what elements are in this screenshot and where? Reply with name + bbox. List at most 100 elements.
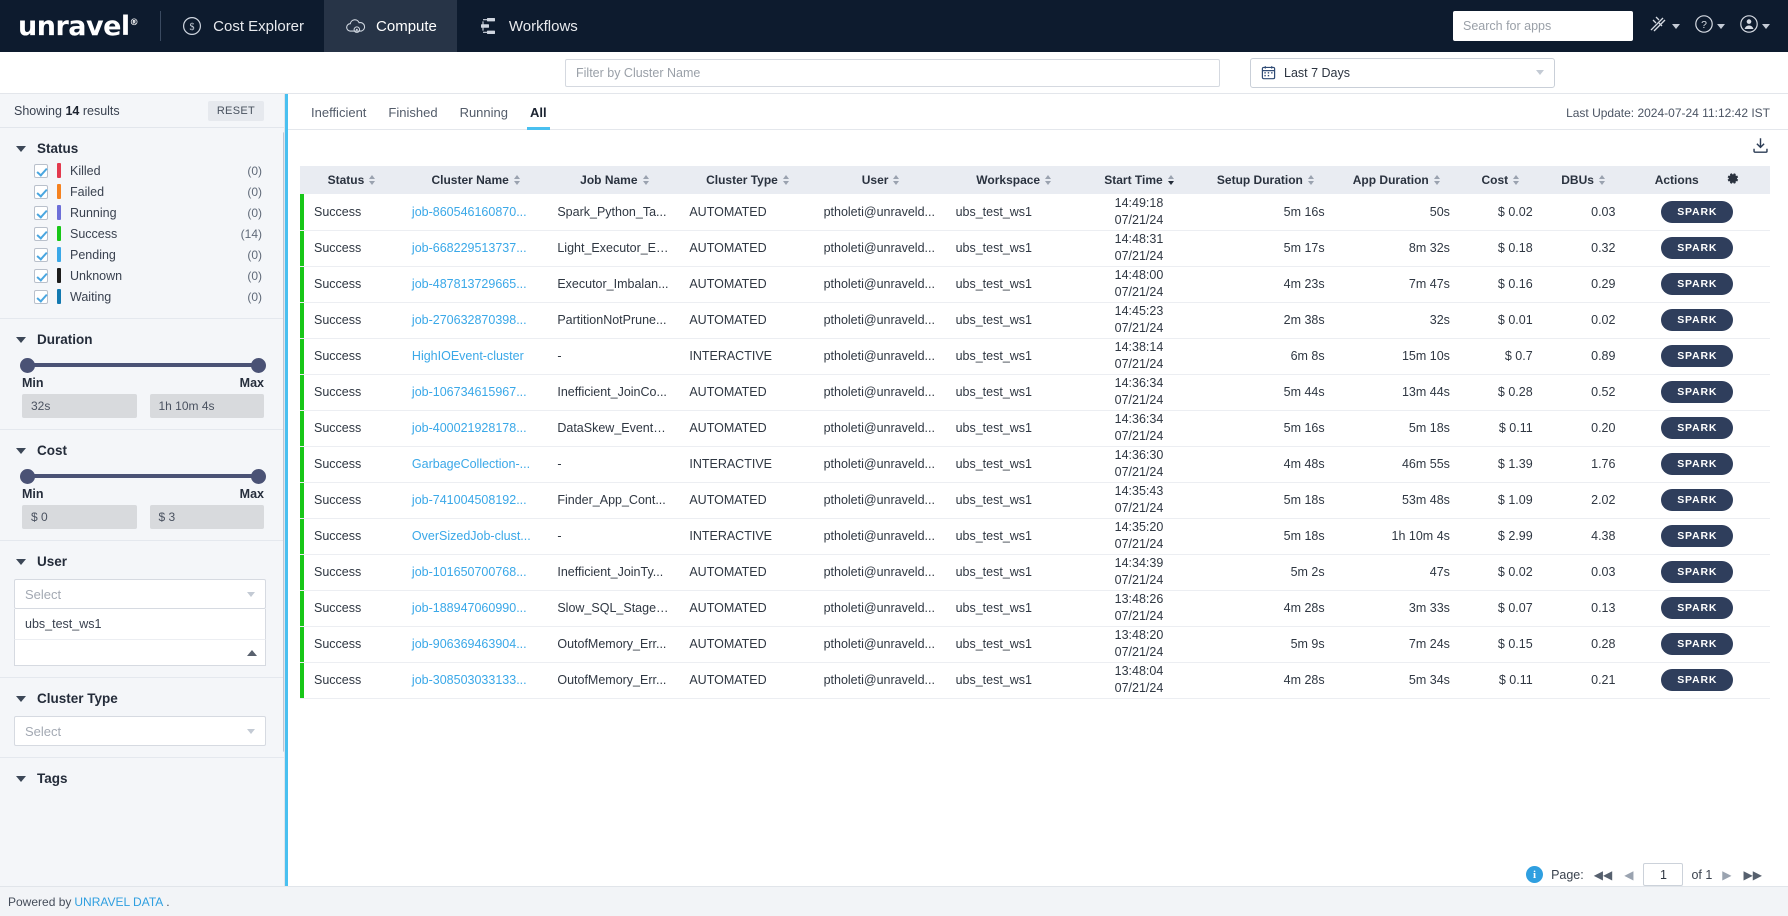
- tags-section-header[interactable]: Tags: [0, 767, 284, 790]
- cell-cluster-name[interactable]: job-741004508192...: [402, 482, 549, 519]
- table-row[interactable]: Success job-270632870398... PartitionNotPr…: [300, 302, 1770, 339]
- duration-max-value[interactable]: 1h 10m 4s: [149, 394, 264, 418]
- table-row[interactable]: Success job-188947060990... Slow_SQL_Stage…: [300, 590, 1770, 627]
- spark-action-button[interactable]: SPARK: [1661, 561, 1734, 583]
- status-filter-running[interactable]: Running (0): [0, 202, 284, 223]
- gear-icon[interactable]: [1725, 171, 1740, 189]
- user-select[interactable]: Select: [14, 579, 266, 609]
- nav-item-cost-explorer[interactable]: $ Cost Explorer: [161, 0, 324, 52]
- status-filter-killed[interactable]: Killed (0): [0, 160, 284, 181]
- table-row[interactable]: Success job-101650700768... Inefficient_Jo…: [300, 554, 1770, 591]
- cluster-type-select[interactable]: Select: [14, 716, 266, 746]
- duration-slider[interactable]: [20, 357, 266, 373]
- sort-icon[interactable]: [893, 175, 900, 185]
- table-row[interactable]: Success job-906369463904... OutofMemory_Er…: [300, 626, 1770, 663]
- cost-max-value[interactable]: $ 3: [149, 505, 264, 529]
- col-cost[interactable]: Cost: [1458, 166, 1542, 194]
- cell-cluster-name[interactable]: job-308503033133...: [402, 662, 549, 699]
- spark-action-button[interactable]: SPARK: [1661, 633, 1734, 655]
- sidebar-scrollbar[interactable]: [283, 132, 284, 752]
- table-row[interactable]: Success job-668229513737... Light_Executor…: [300, 230, 1770, 267]
- nav-item-workflows[interactable]: Workflows: [457, 0, 598, 52]
- spark-action-button[interactable]: SPARK: [1661, 309, 1734, 331]
- cell-cluster-name[interactable]: job-400021928178...: [402, 410, 549, 447]
- cluster-name-input[interactable]: [576, 65, 1209, 80]
- spark-action-button[interactable]: SPARK: [1661, 669, 1734, 691]
- spark-action-button[interactable]: SPARK: [1661, 200, 1734, 223]
- table-row[interactable]: Success job-106734615967... Inefficient_Jo…: [300, 374, 1770, 411]
- col-job-name[interactable]: Job Name: [548, 166, 681, 194]
- status-filter-failed[interactable]: Failed (0): [0, 181, 284, 202]
- search-input[interactable]: [1463, 19, 1623, 33]
- table-row[interactable]: Success OverSizedJob-clust... - INTERACTIVE…: [300, 518, 1770, 555]
- first-page-button[interactable]: ◀◀: [1592, 868, 1614, 882]
- last-page-button[interactable]: ▶▶: [1742, 868, 1764, 882]
- col-user[interactable]: User: [814, 166, 947, 194]
- next-page-button[interactable]: ▶: [1720, 868, 1733, 882]
- table-row[interactable]: Success job-741004508192... Finder_App_Con…: [300, 482, 1770, 519]
- col-workspace[interactable]: Workspace: [946, 166, 1081, 194]
- checkbox-icon[interactable]: [34, 163, 48, 178]
- cell-cluster-name[interactable]: GarbageCollection-...: [402, 446, 549, 483]
- duration-slider-max-handle[interactable]: [251, 357, 266, 373]
- pipelines-menu[interactable]: [1647, 14, 1680, 39]
- col-app-duration[interactable]: App Duration: [1333, 166, 1459, 194]
- sort-icon[interactable]: [369, 175, 376, 185]
- cost-min-value[interactable]: $ 0: [22, 505, 137, 529]
- prev-page-button[interactable]: ◀: [1622, 868, 1635, 882]
- table-row[interactable]: Success job-308503033133... OutofMemory_Er…: [300, 662, 1770, 699]
- table-row[interactable]: Success job-860546160870... Spark_Python_T…: [300, 194, 1770, 231]
- sort-icon[interactable]: [1513, 175, 1520, 185]
- cell-cluster-name[interactable]: job-270632870398...: [402, 302, 549, 339]
- date-range-selector[interactable]: Last 7 Days: [1250, 57, 1555, 88]
- checkbox-icon[interactable]: [34, 268, 48, 283]
- download-icon[interactable]: [1751, 136, 1770, 160]
- checkbox-icon[interactable]: [34, 289, 48, 304]
- table-row[interactable]: Success job-400021928178... DataSkew_Event…: [300, 410, 1770, 447]
- cost-section-header[interactable]: Cost: [0, 439, 284, 462]
- col-setup-duration[interactable]: Setup Duration: [1197, 166, 1334, 194]
- user-option-item[interactable]: ubs_test_ws1: [14, 609, 266, 640]
- cell-cluster-name[interactable]: job-906369463904...: [402, 626, 549, 663]
- col-dbus[interactable]: DBUs: [1541, 166, 1625, 194]
- duration-min-value[interactable]: 32s: [22, 394, 137, 418]
- duration-slider-min-handle[interactable]: [20, 357, 35, 373]
- info-icon[interactable]: i: [1526, 866, 1544, 883]
- col-status[interactable]: Status: [300, 166, 403, 194]
- user-dropdown-collapse[interactable]: [14, 640, 266, 666]
- reset-filters-button[interactable]: RESET: [207, 100, 264, 121]
- cell-cluster-name[interactable]: job-101650700768...: [402, 554, 549, 591]
- cost-slider-min-handle[interactable]: [20, 468, 35, 484]
- sort-icon[interactable]: [642, 175, 649, 185]
- sort-icon[interactable]: [1045, 175, 1052, 185]
- col-cluster-name[interactable]: Cluster Name: [402, 166, 549, 194]
- status-filter-pending[interactable]: Pending (0): [0, 244, 284, 265]
- spark-action-button[interactable]: SPARK: [1661, 417, 1734, 439]
- page-number-input[interactable]: [1643, 863, 1684, 886]
- cell-cluster-name[interactable]: HighIOEvent-cluster: [402, 338, 549, 375]
- col-start-time[interactable]: Start Time: [1080, 166, 1198, 194]
- status-filter-unknown[interactable]: Unknown (0): [0, 265, 284, 286]
- spark-action-button[interactable]: SPARK: [1661, 273, 1734, 295]
- table-row[interactable]: Success GarbageCollection-... - INTERACTIVE…: [300, 446, 1770, 483]
- cost-slider[interactable]: [20, 468, 266, 484]
- checkbox-icon[interactable]: [34, 247, 48, 262]
- tab-all[interactable]: All: [519, 105, 558, 130]
- table-row[interactable]: Success job-487813729665... Executor_Imbal…: [300, 266, 1770, 303]
- app-search-box[interactable]: [1453, 11, 1633, 41]
- status-filter-waiting[interactable]: Waiting (0): [0, 286, 284, 307]
- cell-cluster-name[interactable]: job-487813729665...: [402, 266, 549, 303]
- cell-cluster-name[interactable]: job-106734615967...: [402, 374, 549, 411]
- user-section-header[interactable]: User: [0, 550, 284, 573]
- user-menu[interactable]: [1739, 14, 1770, 39]
- spark-action-button[interactable]: SPARK: [1661, 237, 1734, 259]
- spark-action-button[interactable]: SPARK: [1661, 381, 1734, 403]
- nav-item-compute[interactable]: Compute: [324, 0, 457, 52]
- unravel-data-link[interactable]: UNRAVEL DATA: [74, 895, 163, 909]
- tab-inefficient[interactable]: Inefficient: [300, 105, 377, 129]
- duration-section-header[interactable]: Duration: [0, 328, 284, 351]
- cell-cluster-name[interactable]: OverSizedJob-clust...: [402, 518, 549, 555]
- tab-running[interactable]: Running: [449, 105, 519, 129]
- checkbox-icon[interactable]: [34, 184, 48, 199]
- table-row[interactable]: Success HighIOEvent-cluster - INTERACTIVE pt…: [300, 338, 1770, 375]
